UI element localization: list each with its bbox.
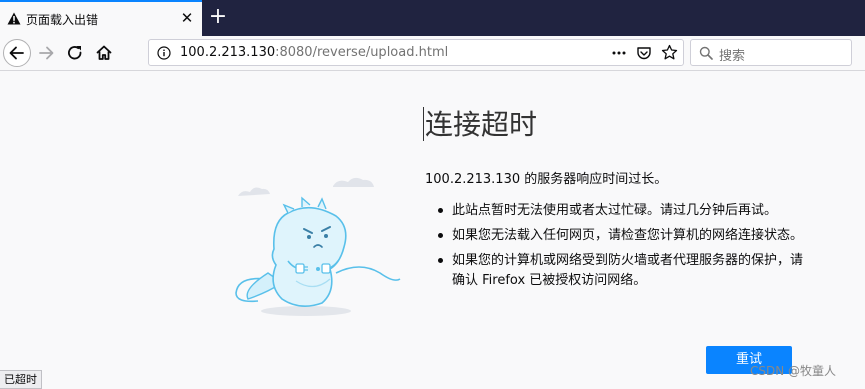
warning-triangle-icon (7, 12, 21, 25)
url-bar[interactable]: 100.2.213.130:8080/reverse/upload.html (148, 39, 684, 66)
list-item: 如果您的计算机或网络受到防火墙或者代理服务器的保护，请确认 Firefox 已被… (438, 251, 808, 291)
tab-error-page[interactable]: 页面载入出错 ✕ (0, 0, 202, 36)
back-button[interactable] (3, 39, 31, 67)
bullet-dot (438, 258, 443, 263)
error-page-content: 连接超时 100.2.213.130 的服务器响应时间过长。 此站点暂时无法使用… (0, 71, 865, 388)
list-item: 此站点暂时无法使用或者太过忙碌。请过几分钟后再试。 (438, 201, 808, 221)
page-actions-more-icon[interactable] (611, 45, 627, 61)
url-host: 100.2.213.130 (180, 45, 276, 60)
url-text[interactable]: 100.2.213.130:8080/reverse/upload.html (180, 45, 448, 60)
reload-icon[interactable] (62, 40, 88, 66)
forward-arrow-icon[interactable] (34, 40, 60, 66)
list-item: 如果您无法载入任何网页，请检查您计算机的网络连接状态。 (438, 226, 808, 246)
watermark: CSDN @牧童人 (750, 364, 837, 378)
suggestion-list: 此站点暂时无法使用或者太过忙碌。请过几分钟后再试。 如果您无法载入任何网页，请检… (438, 201, 808, 296)
tab-title: 页面载入出错 (26, 13, 99, 27)
search-box[interactable]: 搜索 (690, 39, 852, 66)
back-arrow-icon (9, 46, 24, 60)
pocket-icon[interactable] (636, 45, 652, 61)
bullet-dot (438, 208, 443, 213)
search-placeholder: 搜索 (719, 49, 746, 64)
suggestion-text: 如果您无法载入任何网页，请检查您计算机的网络连接状态。 (452, 228, 804, 243)
navigation-bar: 100.2.213.130:8080/reverse/upload.html 搜… (0, 36, 865, 71)
suggestion-text: 如果您的计算机或网络受到防火墙或者代理服务器的保护，请确认 Firefox 已被… (452, 253, 804, 288)
home-icon[interactable] (91, 40, 117, 66)
error-title: 连接超时 (425, 108, 538, 141)
suggestion-text: 此站点暂时无法使用或者太过忙碌。请过几分钟后再试。 (452, 203, 778, 218)
text-caret (423, 107, 424, 141)
new-tab-button[interactable]: + (207, 5, 229, 29)
close-tab-icon[interactable]: ✕ (178, 9, 196, 27)
dinosaur-illustration (235, 177, 401, 316)
status-bar: 已超时 (0, 370, 42, 389)
tab-strip: 页面载入出错 ✕ + (0, 0, 865, 36)
search-icon (699, 46, 713, 60)
info-icon[interactable] (157, 46, 171, 60)
error-description: 100.2.213.130 的服务器响应时间过长。 (425, 172, 668, 187)
url-path: :8080/reverse/upload.html (275, 45, 449, 60)
bullet-dot (438, 233, 443, 238)
bookmark-star-icon[interactable] (661, 44, 678, 61)
